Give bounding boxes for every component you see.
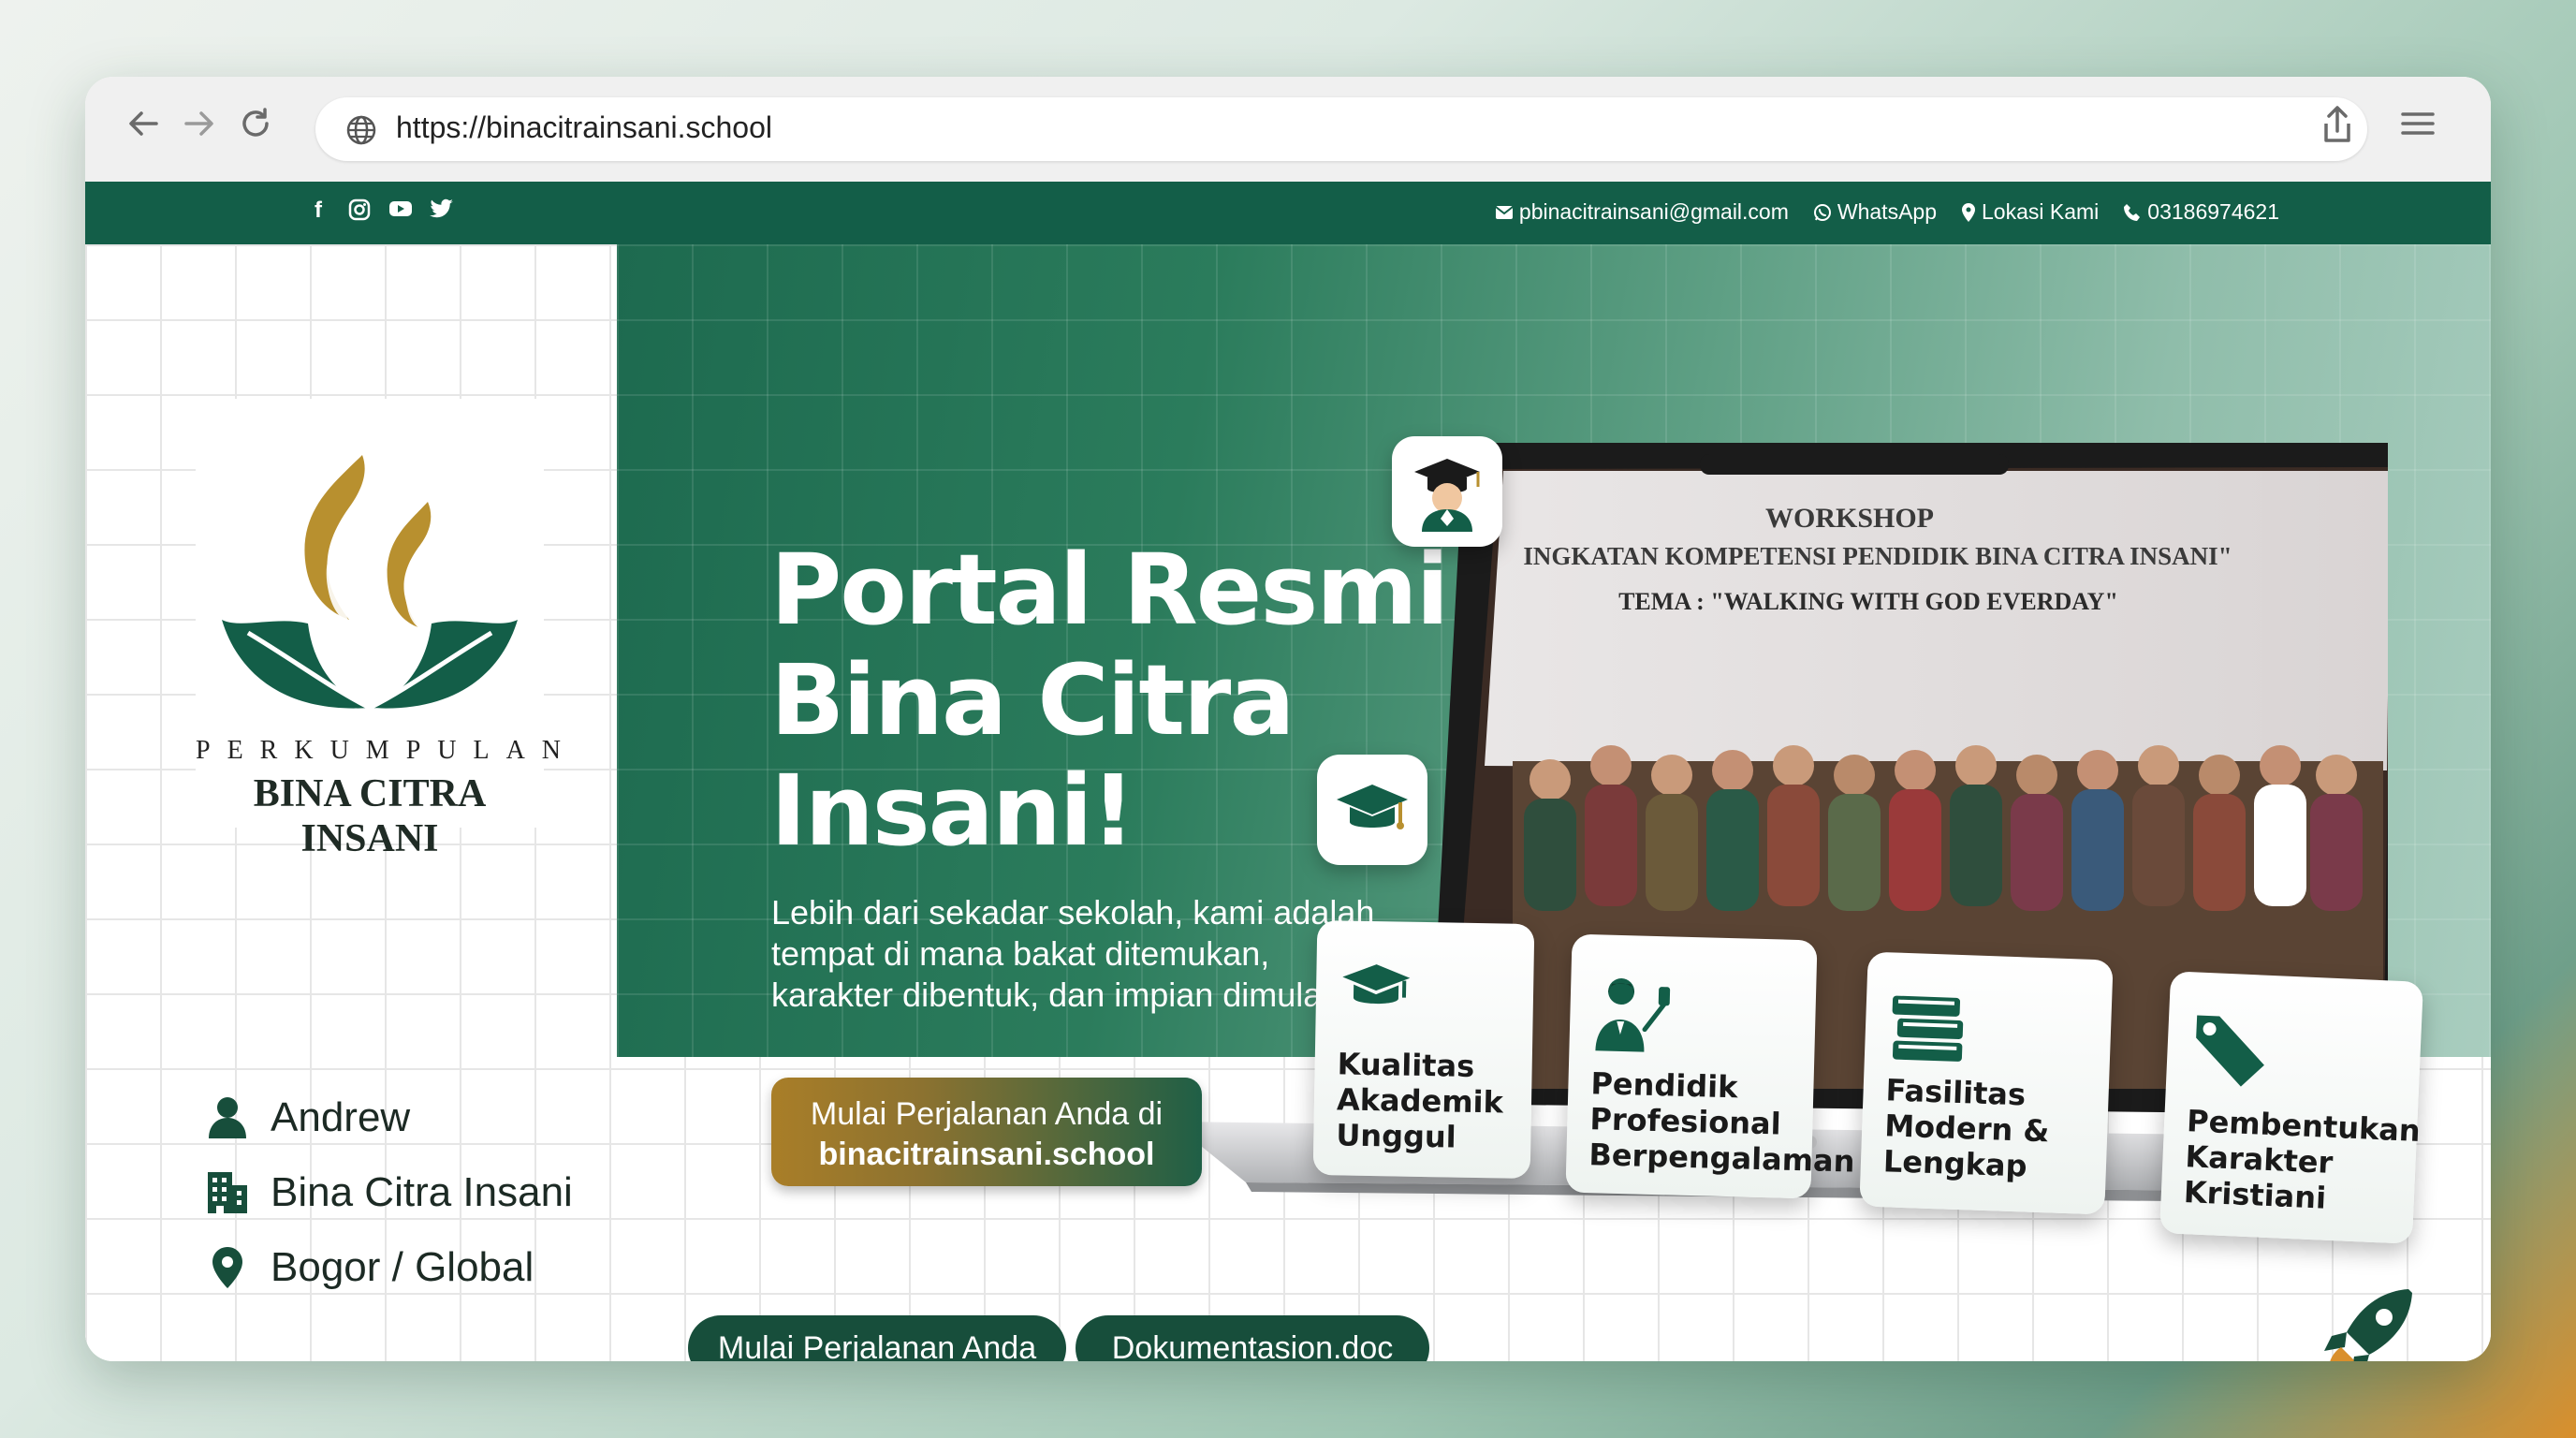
browser-window: https://binacitrainsani.school f pbinaci	[85, 77, 2491, 1361]
profile-location: Bogor / Global	[271, 1244, 534, 1290]
org-name: BINA CITRA INSANI	[253, 772, 487, 860]
reload-icon	[242, 108, 269, 137]
globe-icon	[346, 115, 376, 145]
email-link[interactable]: pbinacitrainsani@gmail.com	[1495, 199, 1789, 225]
feature-label-facilities: Fasilitas Modern & Lengkap	[1882, 1072, 2050, 1184]
contact-topbar: f pbinacitrainsani@gmail.com WhatsApp Lo…	[85, 182, 2491, 244]
profile-institution: Bina Citra Insani	[271, 1169, 573, 1215]
cta-button[interactable]: Mulai Perjalanan Anda di binacitrainsani…	[771, 1078, 1202, 1186]
feature-card-character: Pembentukan Karakter Kristiani	[2159, 971, 2423, 1244]
org-prefix: PERKUMPULAN	[196, 736, 578, 765]
arrow-left-icon	[129, 111, 158, 136]
address-bar[interactable]: https://binacitrainsani.school	[315, 97, 2367, 161]
building-icon	[205, 1170, 250, 1215]
profile-name: Andrew	[271, 1094, 411, 1140]
feature-card-teachers: Pendidik Profesional Berpengalaman	[1565, 933, 1855, 1199]
cta-line-2: binacitrainsani.school	[818, 1137, 1155, 1172]
tag-icon	[2188, 1009, 2272, 1098]
reload-button[interactable]	[231, 105, 280, 154]
phone-link[interactable]: 03186974621	[2123, 199, 2279, 225]
whatsapp-link[interactable]: WhatsApp	[1813, 199, 1937, 225]
hero-subtitle: Lebih dari sekadar sekolah, kami adalah …	[771, 893, 1375, 1014]
banner-workshop-text: WORKSHOP	[1765, 503, 1934, 534]
mail-icon	[1495, 205, 1514, 219]
forward-button[interactable]	[175, 105, 224, 154]
profile-institution-row: Bina Citra Insani	[205, 1155, 573, 1230]
profile-info: Andrew Bina Citra Insani Bogor / Global	[205, 1080, 573, 1305]
location-link[interactable]: Lokasi Kami	[1961, 199, 2099, 225]
banner-theme-line: INGKATAN KOMPETENSI PENDIDIK BINA CITRA …	[1523, 542, 2232, 570]
graduate-avatar-icon	[1392, 436, 1502, 547]
feature-label-teachers: Pendidik Profesional Berpengalaman	[1588, 1065, 1855, 1180]
organization-logo: PERKUMPULAN BINA CITRA INSANI	[196, 399, 578, 860]
feature-card-academic: Kualitas Akademik Unggul	[1312, 919, 1535, 1180]
back-button[interactable]	[119, 105, 168, 154]
banner-theme-text: TEMA : "WALKING WITH GOD EVERDAY"	[1618, 588, 2118, 615]
graduation-cap-float-icon	[1317, 755, 1427, 865]
rocket-icon	[2319, 1280, 2422, 1361]
user-icon	[205, 1095, 250, 1140]
twitter-icon[interactable]	[430, 198, 454, 223]
social-links: f	[306, 198, 454, 227]
page-content: PERKUMPULAN BINA CITRA INSANI Andrew Bin…	[85, 244, 2491, 1361]
feature-card-facilities: Fasilitas Modern & Lengkap	[1859, 951, 2114, 1215]
phone-text: 03186974621	[2147, 199, 2279, 224]
url-text: https://binacitrainsani.school	[396, 110, 772, 144]
share-icon	[2324, 106, 2350, 142]
youtube-icon[interactable]	[388, 198, 413, 223]
whatsapp-icon	[1813, 203, 1831, 221]
graduation-cap-icon	[1339, 958, 1414, 1020]
hamburger-menu-icon	[2401, 112, 2435, 135]
leaf-flame-logo-icon	[222, 455, 518, 711]
contact-links: pbinacitrainsani@gmail.com WhatsApp Loka…	[1495, 199, 2279, 225]
menu-button[interactable]	[2393, 105, 2442, 154]
phone-icon	[2124, 203, 2141, 221]
map-pin-icon	[1962, 202, 1975, 222]
email-text: pbinacitrainsani@gmail.com	[1518, 199, 1789, 224]
share-button[interactable]	[2313, 105, 2362, 154]
feature-label-academic: Kualitas Akademik Unggul	[1336, 1046, 1504, 1155]
profile-location-row: Bogor / Global	[205, 1230, 573, 1305]
start-journey-pill[interactable]: Mulai Perjalanan Anda	[688, 1315, 1066, 1361]
cta-line-1: Mulai Perjalanan Anda di	[810, 1096, 1164, 1132]
location-pin-icon	[205, 1245, 250, 1290]
profile-name-row: Andrew	[205, 1080, 573, 1155]
facebook-icon[interactable]: f	[306, 198, 330, 223]
teacher-icon	[1591, 972, 1672, 1059]
documentation-pill[interactable]: Dokumentasion.doc	[1076, 1315, 1429, 1361]
browser-toolbar: https://binacitrainsani.school	[85, 77, 2491, 183]
arrow-right-icon	[184, 111, 213, 136]
books-icon	[1886, 990, 1969, 1072]
feature-label-character: Pembentukan Karakter Kristiani	[2183, 1103, 2422, 1216]
whatsapp-text: WhatsApp	[1837, 199, 1937, 224]
location-text: Lokasi Kami	[1982, 199, 2100, 224]
instagram-icon[interactable]	[347, 198, 372, 223]
